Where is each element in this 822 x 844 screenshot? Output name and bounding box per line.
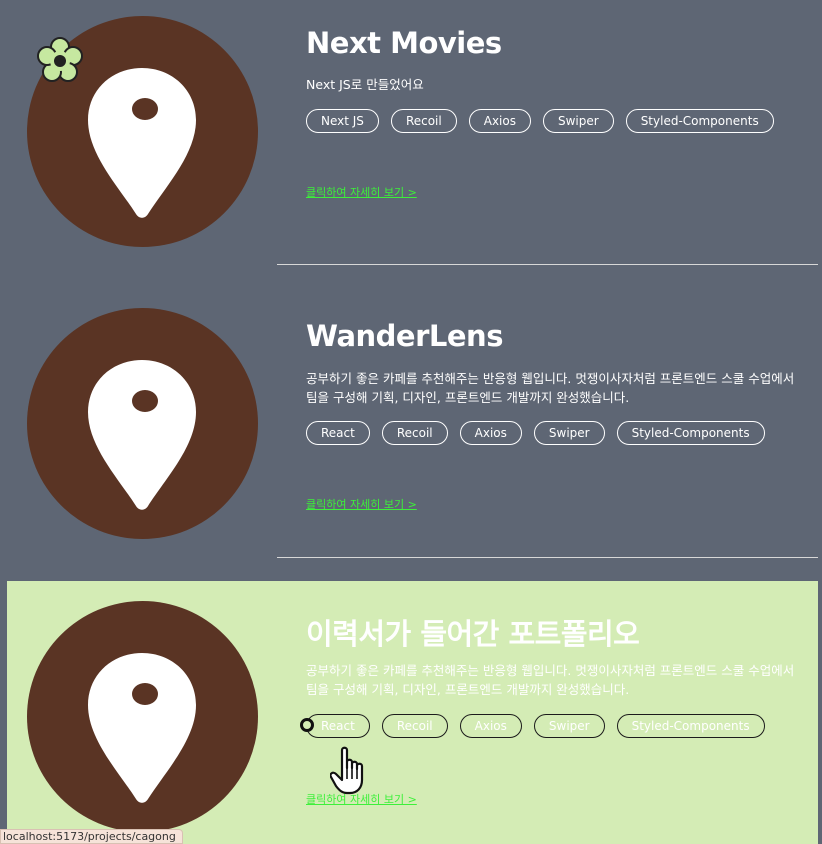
project-title: 이력서가 들어간 포트폴리오 xyxy=(306,617,640,651)
project-thumbnail[interactable] xyxy=(27,308,258,539)
divider xyxy=(277,557,818,558)
tech-tag: Recoil xyxy=(381,421,448,445)
view-details-link[interactable]: 클릭하여 자세히 보기 > xyxy=(306,184,417,200)
tech-tag: React xyxy=(306,421,370,445)
tech-tag: Styled-Components xyxy=(625,109,774,133)
project-thumbnail[interactable] xyxy=(27,601,258,832)
flower-icon xyxy=(37,37,83,82)
tech-tag: React xyxy=(306,714,370,738)
project-card-resume-portfolio[interactable]: 이력서가 들어간 포트폴리오 공부하기 좋은 카페를 추천해주는 반응형 웹입니… xyxy=(0,581,822,844)
tech-tag: Styled-Components xyxy=(616,714,765,738)
tech-tag-list: React Recoil Axios Swiper Styled-Compone… xyxy=(306,421,765,445)
project-description: 공부하기 좋은 카페를 추천해주는 반응형 웹입니다. 멋쟁이사자처럼 프론트엔… xyxy=(306,371,795,405)
view-details-link[interactable]: 클릭하여 자세히 보기 > xyxy=(306,496,417,512)
tech-tag: Swiper xyxy=(533,421,605,445)
tech-tag: Swiper xyxy=(533,714,605,738)
hand-pointer-icon xyxy=(330,746,364,795)
cursor-trail-ring xyxy=(300,718,314,732)
project-title: WanderLens xyxy=(306,319,503,353)
status-bar-url: localhost:5173/projects/cagong xyxy=(0,829,183,844)
project-title: Next Movies xyxy=(306,26,502,60)
tech-tag: Recoil xyxy=(381,714,448,738)
tech-tag-list: Next JS Recoil Axios Swiper Styled-Compo… xyxy=(306,109,774,133)
project-card-wanderlens[interactable]: WanderLens 공부하기 좋은 카페를 추천해주는 반응형 웹입니다. 멋… xyxy=(0,265,822,557)
tech-tag: Axios xyxy=(459,714,522,738)
project-card-next-movies[interactable]: Next Movies Next JS로 만들었어요 Next JS Recoi… xyxy=(0,0,822,264)
tech-tag: Next JS xyxy=(306,109,379,133)
map-pin-icon xyxy=(88,68,196,218)
project-description: 공부하기 좋은 카페를 추천해주는 반응형 웹입니다. 멋쟁이사자처럼 프론트엔… xyxy=(306,663,795,697)
map-pin-icon xyxy=(88,360,196,510)
tech-tag: Swiper xyxy=(542,109,614,133)
tech-tag: Axios xyxy=(468,109,531,133)
tech-tag: Styled-Components xyxy=(616,421,765,445)
project-description: Next JS로 만들었어요 xyxy=(306,77,424,92)
tech-tag: Recoil xyxy=(390,109,457,133)
tech-tag-list: React Recoil Axios Swiper Styled-Compone… xyxy=(306,714,765,738)
tech-tag: Axios xyxy=(459,421,522,445)
map-pin-icon xyxy=(88,653,196,803)
